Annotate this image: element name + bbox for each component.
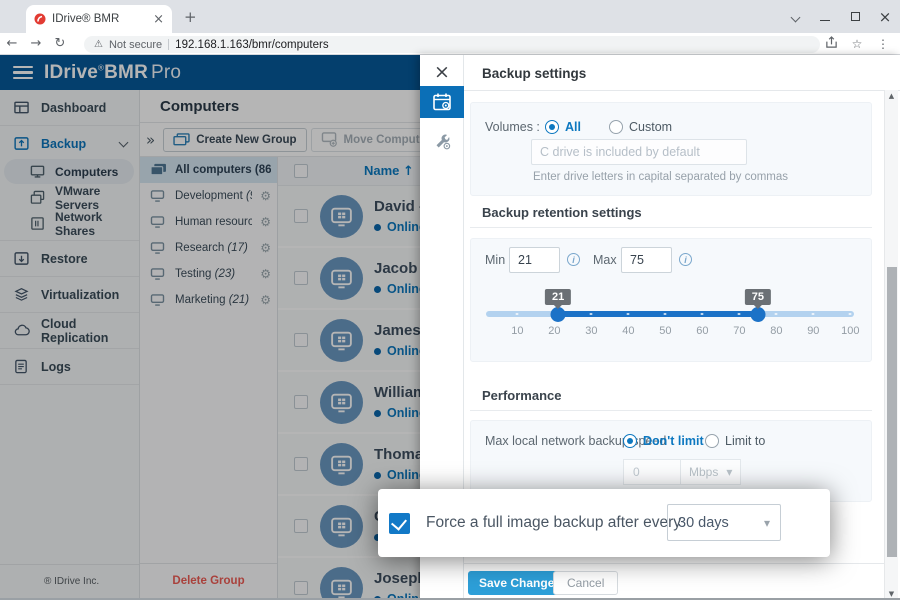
- slider-tick-label: 90: [807, 325, 819, 337]
- new-tab-button[interactable]: +: [184, 8, 197, 26]
- radio-volumes-all[interactable]: All: [545, 118, 581, 136]
- url-text[interactable]: 192.168.1.163/bmr/computers: [175, 39, 328, 51]
- slider-tick: [775, 313, 778, 315]
- slider-fill: [558, 311, 758, 317]
- min-label: Min: [485, 253, 505, 267]
- bookmark-star-icon[interactable]: ☆: [844, 37, 870, 51]
- back-button[interactable]: ←: [0, 36, 24, 51]
- close-panel-icon[interactable]: ×: [420, 61, 464, 83]
- share-icon[interactable]: [818, 36, 844, 52]
- not-secure-label[interactable]: Not secure: [109, 39, 162, 51]
- min-info-icon[interactable]: i: [567, 253, 580, 266]
- slider-tick: [849, 313, 852, 315]
- address-bar[interactable]: ⚠ Not secure 192.168.1.163/bmr/computers: [84, 36, 820, 53]
- radio-icon[interactable]: [705, 434, 719, 448]
- slider-tick: [516, 313, 519, 315]
- radio-volumes-custom[interactable]: Custom: [609, 118, 672, 136]
- radio-icon[interactable]: [609, 120, 623, 134]
- wrench-settings-icon: [433, 132, 452, 151]
- chevron-down-icon: ▾: [764, 516, 770, 530]
- panel-scrollbar[interactable]: ▲ ▼: [884, 90, 898, 600]
- tab-close-icon[interactable]: ×: [153, 12, 164, 27]
- close-window-button[interactable]: ×: [870, 8, 900, 26]
- scroll-down-icon[interactable]: ▼: [885, 590, 898, 598]
- minimize-button[interactable]: [810, 8, 840, 26]
- radio-icon[interactable]: [545, 120, 559, 134]
- slider-tick-label: 60: [696, 325, 708, 337]
- browser-toolbar: ← → ↻ ⚠ Not secure 192.168.1.163/bmr/com…: [0, 33, 900, 55]
- slider-tick: [590, 313, 593, 315]
- max-label: Max: [593, 253, 617, 267]
- drive-letters-input[interactable]: [531, 139, 747, 165]
- force-full-backup-modal: Force a full image backup after every 30…: [378, 489, 830, 557]
- scroll-up-icon[interactable]: ▲: [885, 92, 898, 100]
- retention-section-title: Backup retention settings: [482, 205, 642, 220]
- force-full-backup-checkbox[interactable]: [389, 513, 410, 534]
- panel-footer: Save Changes Cancel: [464, 563, 884, 600]
- force-full-backup-label: Force a full image backup after every: [426, 514, 681, 532]
- browser-menu-icon[interactable]: ⋮: [870, 37, 896, 51]
- retention-section: Min i Max i 21 75 10 20 30 40 50 60 70 80 90 100: [470, 238, 872, 362]
- volumes-section: Volumes : All Custom Enter drive letters…: [470, 102, 872, 196]
- reload-button[interactable]: ↻: [48, 36, 72, 51]
- slider-tick-label: 30: [585, 325, 597, 337]
- slider-max-tooltip: 75: [745, 289, 771, 305]
- speed-value-input[interactable]: 0: [623, 459, 681, 485]
- maximize-button[interactable]: [840, 8, 870, 26]
- browser-titlebar: IDrive® BMR × + ×: [0, 0, 900, 33]
- slider-min-tooltip: 21: [545, 289, 571, 305]
- tab-backup-schedule[interactable]: [420, 86, 464, 118]
- max-input[interactable]: [621, 247, 672, 273]
- chevron-down-icon: ▾: [726, 465, 732, 479]
- slider-tick: [701, 313, 704, 315]
- slider-tick: [664, 313, 667, 315]
- drive-letters-helper: Enter drive letters in capital separated…: [533, 171, 788, 183]
- slider-tick: [812, 313, 815, 315]
- url-divider: [168, 39, 169, 50]
- divider: [470, 410, 872, 411]
- warning-icon: ⚠: [94, 39, 103, 50]
- idrive-favicon: [34, 13, 46, 25]
- slider-tick-label: 10: [511, 325, 523, 337]
- speed-unit-select[interactable]: Mbps▾: [681, 459, 741, 485]
- slider-tick: [627, 313, 630, 315]
- tab-title: IDrive® BMR: [52, 13, 147, 25]
- slider-tick-label: 40: [622, 325, 634, 337]
- window-controls: ×: [780, 0, 900, 33]
- forward-button[interactable]: →: [24, 36, 48, 51]
- tab-advanced-settings[interactable]: [420, 125, 464, 157]
- radio-limit-to[interactable]: Limit to: [705, 432, 765, 450]
- calendar-settings-icon: [432, 92, 452, 112]
- slider-tick: [738, 313, 741, 315]
- cancel-button[interactable]: Cancel: [553, 571, 618, 595]
- slider-tick-label: 100: [841, 325, 859, 337]
- panel-title: Backup settings: [482, 66, 586, 81]
- slider-tick-label: 50: [659, 325, 671, 337]
- radio-dont-limit[interactable]: Don't limit: [623, 432, 704, 450]
- divider: [470, 227, 872, 228]
- slider-tick-label: 70: [733, 325, 745, 337]
- browser-tab[interactable]: IDrive® BMR ×: [26, 5, 172, 33]
- slider-tick-label: 20: [548, 325, 560, 337]
- retention-range-slider[interactable]: 2175102030405060708090100: [486, 289, 854, 353]
- radio-icon[interactable]: [623, 434, 637, 448]
- max-info-icon[interactable]: i: [679, 253, 692, 266]
- min-input[interactable]: [509, 247, 560, 273]
- interval-select[interactable]: 30 days ▾: [667, 504, 781, 541]
- tab-search-icon[interactable]: [780, 8, 810, 26]
- performance-section-title: Performance: [482, 388, 561, 403]
- scrollbar-thumb[interactable]: [887, 267, 897, 557]
- slider-tick-label: 80: [770, 325, 782, 337]
- volumes-label: Volumes :: [485, 120, 540, 134]
